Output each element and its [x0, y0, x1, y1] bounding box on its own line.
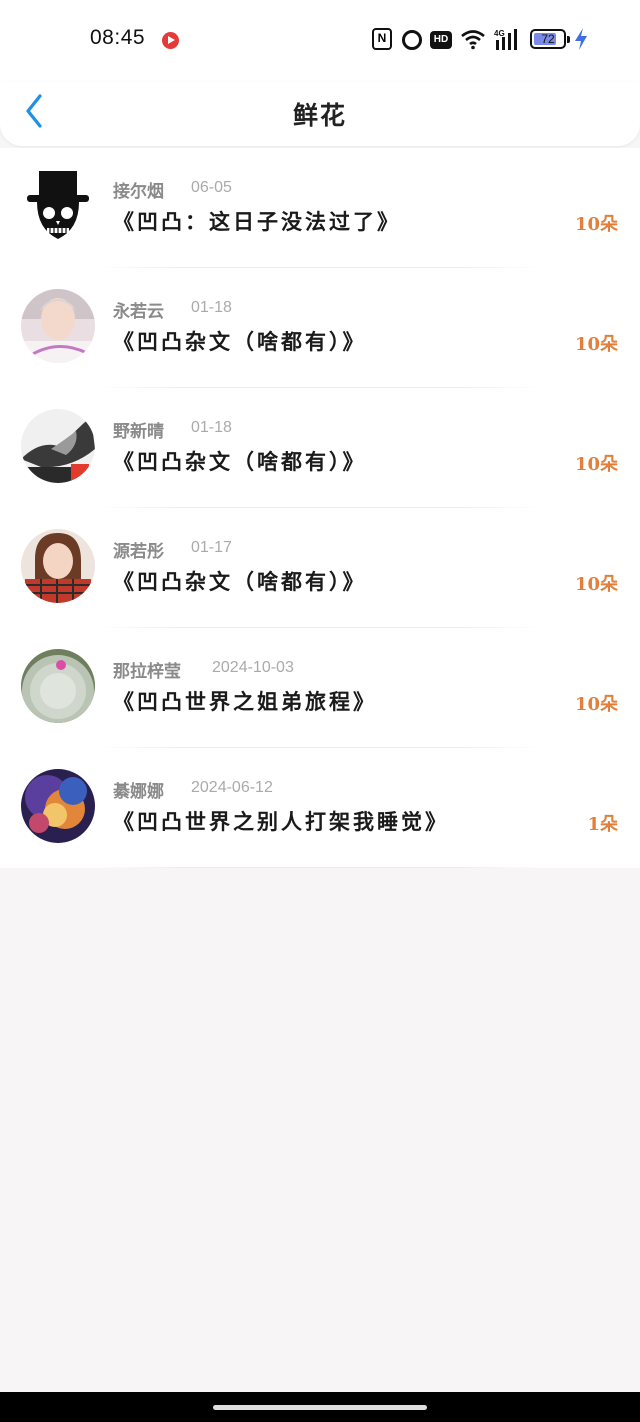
- svg-text:4G: 4G: [494, 29, 505, 38]
- gift-date: 01-18: [191, 299, 232, 316]
- avatar[interactable]: [21, 649, 95, 723]
- signal-4g-icon: 4G: [494, 28, 522, 50]
- list-item[interactable]: 綦娜娜 2024-06-12 《凹凸世界之别人打架我睡觉》 1朵: [0, 748, 640, 868]
- flower-count: 1朵: [587, 814, 618, 835]
- gift-date: 2024-10-03: [212, 659, 294, 676]
- list-item[interactable]: 接尔烟 06-05 《凹凸：这日子没法过了》 10朵: [0, 148, 640, 268]
- work-title[interactable]: 《凹凸世界之姐弟旅程》: [113, 686, 377, 716]
- avatar[interactable]: [21, 169, 95, 243]
- user-name[interactable]: 綦娜娜: [113, 777, 164, 802]
- wifi-icon: [460, 28, 486, 50]
- gift-date: 01-17: [191, 539, 232, 556]
- charging-icon: [574, 28, 588, 50]
- list-item[interactable]: 永若云 01-18 《凹凸杂文（啥都有）》 10朵: [0, 268, 640, 388]
- status-bar: 08:45 N HD 4G 72: [0, 0, 640, 82]
- user-name[interactable]: 接尔烟: [113, 177, 164, 202]
- work-title[interactable]: 《凹凸：这日子没法过了》: [113, 206, 401, 236]
- avatar[interactable]: [21, 289, 95, 363]
- nfc-icon: N: [372, 28, 392, 50]
- work-title[interactable]: 《凹凸杂文（啥都有）》: [113, 446, 367, 476]
- list-item[interactable]: 野新晴 01-18 《凹凸杂文（啥都有）》 10朵: [0, 388, 640, 508]
- divider: [96, 867, 544, 868]
- user-name[interactable]: 源若彤: [113, 537, 164, 562]
- flower-count: 10朵: [574, 214, 618, 235]
- flower-count: 10朵: [574, 694, 618, 715]
- flower-count: 10朵: [574, 334, 618, 355]
- flower-list: 接尔烟 06-05 《凹凸：这日子没法过了》 10朵 永若云 01-18 《凹凸…: [0, 148, 640, 868]
- user-name[interactable]: 永若云: [113, 297, 164, 322]
- page-title: 鲜花: [292, 101, 347, 130]
- gift-date: 01-18: [191, 419, 232, 436]
- list-item[interactable]: 那拉梓莹 2024-10-03 《凹凸世界之姐弟旅程》 10朵: [0, 628, 640, 748]
- flower-count: 10朵: [574, 574, 618, 595]
- gift-date: 06-05: [191, 179, 232, 196]
- flower-count: 10朵: [574, 454, 618, 475]
- avatar[interactable]: [21, 409, 95, 483]
- user-name[interactable]: 那拉梓莹: [113, 657, 181, 682]
- avatar[interactable]: [21, 529, 95, 603]
- avatar[interactable]: [21, 769, 95, 843]
- battery-level: 72: [541, 32, 555, 46]
- list-item[interactable]: 源若彤 01-17 《凹凸杂文（啥都有）》 10朵: [0, 508, 640, 628]
- header: 鲜花: [0, 82, 640, 146]
- work-title[interactable]: 《凹凸杂文（啥都有）》: [113, 326, 367, 356]
- home-indicator[interactable]: [213, 1405, 427, 1410]
- user-name[interactable]: 野新晴: [113, 417, 164, 442]
- alarm-icon: [402, 30, 422, 50]
- battery-icon: 72: [530, 29, 570, 49]
- navigation-bar: [0, 1392, 640, 1422]
- status-time: 08:45: [90, 26, 146, 49]
- work-title[interactable]: 《凹凸杂文（啥都有）》: [113, 566, 367, 596]
- recording-icon: [162, 32, 179, 49]
- hd-icon: HD: [430, 31, 452, 49]
- gift-date: 2024-06-12: [191, 779, 273, 796]
- work-title[interactable]: 《凹凸世界之别人打架我睡觉》: [113, 806, 449, 836]
